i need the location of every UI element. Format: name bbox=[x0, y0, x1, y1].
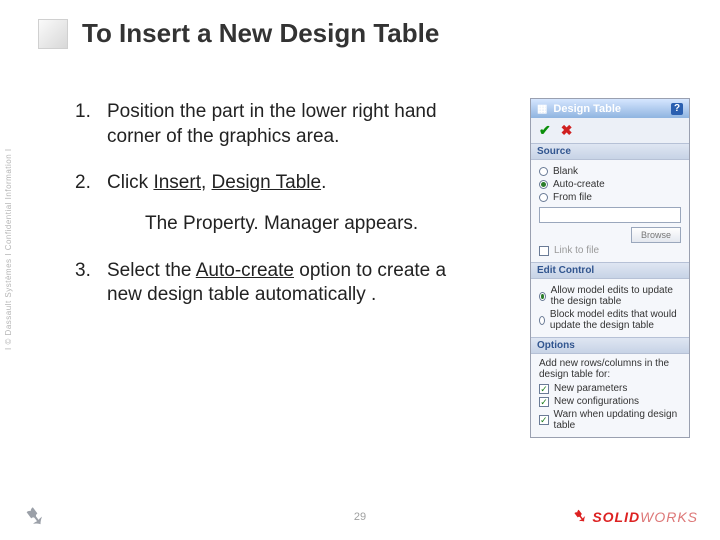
checkbox-icon bbox=[539, 246, 549, 256]
step-3: 3. Select the Auto-create option to crea… bbox=[75, 259, 455, 308]
step-1-text: Position the part in the lower right han… bbox=[107, 100, 455, 149]
pm-titlebar: ▦ Design Table ? bbox=[531, 99, 689, 118]
step-2-result: The Property. Manager appears. bbox=[145, 212, 455, 237]
check-warn-update[interactable]: Warn when updating design table bbox=[539, 409, 681, 431]
help-icon[interactable]: ? bbox=[671, 103, 683, 115]
step-3-pre: Select the bbox=[107, 260, 196, 281]
title-cube-icon bbox=[38, 19, 68, 49]
radio-auto-create-label: Auto-create bbox=[553, 179, 605, 190]
property-manager-panel: ▦ Design Table ? ✔ ✖ Source Blank Auto-c… bbox=[530, 98, 690, 438]
copyright-sidebar: I © Dassault Systèmes I Confidential Inf… bbox=[4, 148, 13, 350]
step-2-number: 2. bbox=[75, 171, 97, 196]
check-link-label: Link to file bbox=[554, 245, 599, 256]
solidworks-brand-suffix: WORKS bbox=[640, 509, 698, 525]
radio-allow-edits-label: Allow model edits to update the design t… bbox=[551, 285, 681, 307]
check-new-parameters-label: New parameters bbox=[554, 383, 627, 394]
check-warn-update-label: Warn when updating design table bbox=[554, 409, 681, 431]
options-section-header[interactable]: Options bbox=[531, 337, 689, 354]
radio-icon bbox=[539, 167, 548, 176]
checkbox-icon bbox=[539, 415, 549, 425]
radio-icon bbox=[539, 180, 548, 189]
instruction-body: 1. Position the part in the lower right … bbox=[75, 100, 455, 330]
file-path-input[interactable] bbox=[539, 207, 681, 223]
solidworks-brand-prefix: SOLID bbox=[592, 509, 640, 525]
radio-block-edits-label: Block model edits that would update the … bbox=[550, 309, 681, 331]
radio-auto-create[interactable]: Auto-create bbox=[539, 179, 681, 190]
ok-button[interactable]: ✔ bbox=[539, 122, 551, 139]
solidworks-glyph-icon: ➷ bbox=[571, 506, 586, 527]
radio-icon bbox=[539, 193, 548, 202]
pm-title: Design Table bbox=[553, 103, 621, 115]
options-section-body: Add new rows/columns in the design table… bbox=[531, 354, 689, 437]
step-3-text: Select the Auto-create option to create … bbox=[107, 259, 455, 308]
radio-icon bbox=[539, 316, 545, 325]
insert-menu-ref: Insert bbox=[153, 172, 201, 193]
checkbox-icon bbox=[539, 384, 549, 394]
step-3-number: 3. bbox=[75, 259, 97, 308]
step-2-post: . bbox=[321, 172, 326, 193]
check-new-configurations-label: New configurations bbox=[554, 396, 639, 407]
step-2-mid: , bbox=[201, 172, 212, 193]
radio-icon bbox=[539, 292, 546, 301]
page-number: 29 bbox=[354, 511, 366, 523]
check-link-to-file[interactable]: Link to file bbox=[539, 245, 681, 256]
radio-blank[interactable]: Blank bbox=[539, 166, 681, 177]
cancel-button[interactable]: ✖ bbox=[561, 122, 573, 139]
radio-block-edits[interactable]: Block model edits that would update the … bbox=[539, 309, 681, 331]
step-1-number: 1. bbox=[75, 100, 97, 149]
radio-from-file-label: From file bbox=[553, 192, 592, 203]
source-section-header[interactable]: Source bbox=[531, 143, 689, 160]
auto-create-ref: Auto-create bbox=[196, 260, 294, 281]
check-new-parameters[interactable]: New parameters bbox=[539, 383, 681, 394]
step-2-text: Click Insert, Design Table. bbox=[107, 171, 326, 196]
check-new-configurations[interactable]: New configurations bbox=[539, 396, 681, 407]
browse-button[interactable]: Browse bbox=[631, 227, 681, 243]
pm-table-icon: ▦ bbox=[537, 102, 547, 115]
step-1: 1. Position the part in the lower right … bbox=[75, 100, 455, 149]
edit-control-section-body: Allow model edits to update the design t… bbox=[531, 279, 689, 337]
page-title: To Insert a New Design Table bbox=[82, 18, 439, 49]
edit-control-section-header[interactable]: Edit Control bbox=[531, 262, 689, 279]
radio-blank-label: Blank bbox=[553, 166, 578, 177]
pm-confirm-row: ✔ ✖ bbox=[531, 118, 689, 143]
step-2-pre: Click bbox=[107, 172, 153, 193]
step-2: 2. Click Insert, Design Table. bbox=[75, 171, 455, 196]
solidworks-logo: ➷ SOLIDWORKS bbox=[571, 506, 698, 527]
source-section-body: Blank Auto-create From file Browse Link … bbox=[531, 160, 689, 262]
radio-allow-edits[interactable]: Allow model edits to update the design t… bbox=[539, 285, 681, 307]
design-table-menu-ref: Design Table bbox=[212, 172, 322, 193]
options-lead-text: Add new rows/columns in the design table… bbox=[539, 358, 681, 380]
footer: ➷ 29 ➷ SOLIDWORKS bbox=[0, 501, 720, 532]
radio-from-file[interactable]: From file bbox=[539, 192, 681, 203]
dassault-logo: ➷ bbox=[22, 501, 44, 532]
checkbox-icon bbox=[539, 397, 549, 407]
